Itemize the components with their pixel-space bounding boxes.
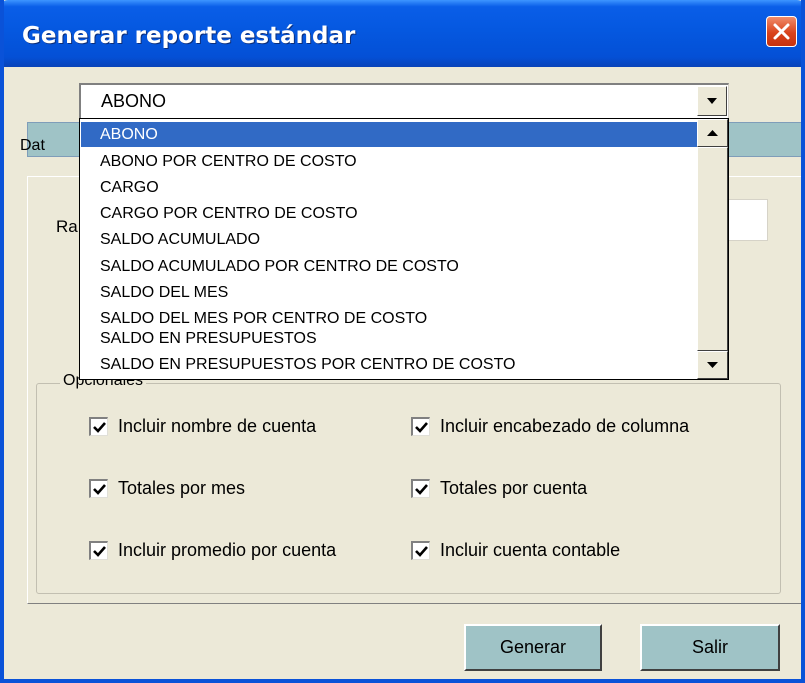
chevron-down-icon (707, 98, 717, 104)
scrollbar-thumb[interactable] (697, 147, 728, 351)
list-item[interactable]: SALDO ACUMULADO POR CENTRO DE COSTO (100, 254, 459, 279)
tab-datos[interactable]: Dat (20, 137, 45, 155)
salir-button[interactable]: Salir (640, 624, 780, 671)
list-item[interactable]: CARGO (100, 175, 159, 200)
close-button[interactable] (766, 16, 797, 47)
list-item[interactable]: SALDO ACUMULADO (100, 227, 260, 252)
checkbox-label: Incluir nombre de cuenta (118, 416, 317, 436)
checkbox-label: Incluir cuenta contable (440, 540, 621, 560)
rango-label: Ra (56, 217, 78, 236)
checkbox-box[interactable] (89, 479, 108, 498)
list-item[interactable]: SALDO EN PRESUPUESTOS POR CENTRO DE COST… (100, 352, 516, 377)
checkbox-incluir-nombre-cuenta[interactable]: Incluir nombre de cuenta (89, 416, 316, 437)
dialog-window: Generar reporte estándar Dat Ra Opcional… (0, 0, 805, 683)
list-item[interactable]: ABONO (81, 122, 697, 147)
generar-button[interactable]: Generar (464, 624, 602, 671)
checkbox-box[interactable] (89, 417, 108, 436)
checkbox-incluir-encabezado-columna[interactable]: Incluir encabezado de columna (411, 416, 689, 437)
check-icon (93, 422, 106, 433)
checkbox-incluir-cuenta-contable[interactable]: Incluir cuenta contable (411, 540, 620, 561)
report-type-dropdown-list[interactable]: ABONO ABONO POR CENTRO DE COSTO CARGO CA… (79, 118, 729, 380)
combo-dropdown-button[interactable] (697, 86, 727, 116)
checkbox-box[interactable] (89, 541, 108, 560)
checkbox-incluir-promedio-cuenta[interactable]: Incluir promedio por cuenta (89, 540, 336, 561)
checkbox-label: Incluir encabezado de columna (440, 416, 690, 436)
check-icon (415, 546, 428, 557)
check-icon (415, 422, 428, 433)
checkbox-box[interactable] (411, 541, 430, 560)
checkbox-label: Incluir promedio por cuenta (118, 540, 337, 560)
checkbox-label: Totales por cuenta (440, 478, 588, 498)
arrow-down-icon (707, 362, 718, 368)
scroll-up-button[interactable] (697, 119, 728, 147)
checkbox-totales-por-mes[interactable]: Totales por mes (89, 478, 245, 499)
checkbox-box[interactable] (411, 417, 430, 436)
checkbox-label: Totales por mes (118, 478, 246, 498)
list-item[interactable]: CARGO POR CENTRO DE COSTO (100, 201, 358, 226)
check-icon (93, 546, 106, 557)
arrow-up-icon (707, 130, 718, 136)
window-title: Generar reporte estándar (22, 23, 356, 49)
checkbox-totales-por-cuenta[interactable]: Totales por cuenta (411, 478, 587, 499)
list-item[interactable]: SALDO EN PRESUPUESTOS (100, 326, 317, 351)
title-bar[interactable]: Generar reporte estándar (4, 0, 801, 67)
combo-selected-value: ABONO (101, 91, 167, 111)
list-item[interactable]: ABONO POR CENTRO DE COSTO (100, 149, 357, 174)
dropdown-scrollbar[interactable] (697, 119, 728, 379)
check-icon (93, 484, 106, 495)
check-icon (415, 484, 428, 495)
report-type-combobox[interactable]: ABONO (79, 83, 729, 119)
scroll-down-button[interactable] (697, 351, 728, 379)
close-icon (773, 23, 790, 40)
list-item[interactable]: SALDO DEL MES (100, 280, 228, 305)
checkbox-box[interactable] (411, 479, 430, 498)
